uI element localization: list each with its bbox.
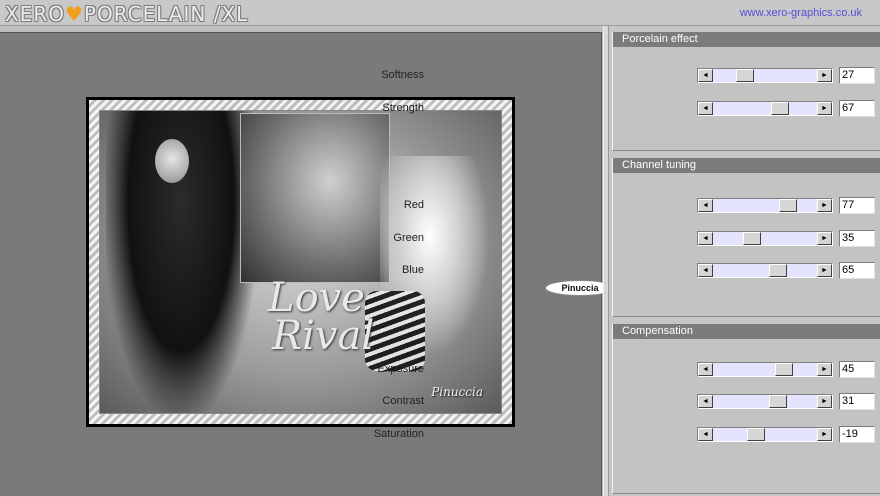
slider-right-arrow-icon[interactable]: ► — [817, 395, 832, 408]
softness-slider[interactable]: ◄ ► — [697, 68, 833, 83]
slider-left-arrow-icon[interactable]: ◄ — [698, 428, 713, 441]
slider-left-arrow-icon[interactable]: ◄ — [698, 395, 713, 408]
slider-right-arrow-icon[interactable]: ► — [817, 363, 832, 376]
group-compensation: Compensation Exposure ◄ ► 45 Contrast ◄ … — [374, 324, 880, 494]
image-text-rival: Rival — [272, 313, 375, 359]
group-porcelain-effect: Porcelain effect Softness ◄ ► 27 Strengt… — [381, 32, 880, 151]
group-title: Porcelain effect — [613, 32, 880, 47]
preview-image: Love Rival Pinuccia — [99, 110, 502, 414]
slider-left-arrow-icon[interactable]: ◄ — [698, 232, 713, 245]
group-title: Channel tuning — [613, 158, 880, 173]
slider-right-arrow-icon[interactable]: ► — [817, 232, 832, 245]
blue-slider[interactable]: ◄ ► — [697, 263, 833, 278]
slider-label: Green — [393, 232, 424, 244]
preview-image-mat: Love Rival Pinuccia — [89, 100, 512, 424]
strength-slider[interactable]: ◄ ► — [697, 101, 833, 116]
slider-thumb[interactable] — [770, 102, 789, 115]
slider-label: Exposure — [377, 363, 424, 375]
image-love-rival-text: Love Rival — [268, 275, 375, 359]
slider-label: Red — [403, 199, 424, 211]
slider-right-arrow-icon[interactable]: ► — [817, 428, 832, 441]
slider-left-arrow-icon[interactable]: ◄ — [698, 363, 713, 376]
slider-label: Strength — [382, 102, 424, 114]
blue-value-input[interactable]: 65 — [839, 262, 875, 279]
slider-right-arrow-icon[interactable]: ► — [817, 199, 832, 212]
slider-label: Blue — [401, 264, 424, 276]
slider-left-arrow-icon[interactable]: ◄ — [698, 264, 713, 277]
logo-text-porcelain: PORCELAIN /XL — [83, 2, 249, 26]
slider-left-arrow-icon[interactable]: ◄ — [698, 199, 713, 212]
title-bar: XERO♥PORCELAIN /XL www.xero-graphics.co.… — [0, 0, 880, 26]
image-signature: Pinuccia — [431, 385, 483, 399]
green-slider[interactable]: ◄ ► — [697, 231, 833, 246]
slider-thumb[interactable] — [774, 363, 793, 376]
slider-left-arrow-icon[interactable]: ◄ — [698, 102, 713, 115]
group-channel-tuning: Channel tuning Red ◄ ► 77 Green ◄ ► 35 B… — [393, 158, 880, 317]
slider-thumb[interactable] — [747, 428, 766, 441]
exposure-slider[interactable]: ◄ ► — [697, 362, 833, 377]
preview-image-frame: Love Rival Pinuccia — [86, 97, 515, 427]
red-slider[interactable]: ◄ ► — [697, 198, 833, 213]
slider-left-arrow-icon[interactable]: ◄ — [698, 69, 713, 82]
slider-right-arrow-icon[interactable]: ► — [817, 69, 832, 82]
slider-thumb[interactable] — [768, 264, 787, 277]
saturation-slider[interactable]: ◄ ► — [697, 427, 833, 442]
slider-thumb[interactable] — [743, 232, 762, 245]
slider-thumb[interactable] — [768, 395, 787, 408]
group-title: Compensation — [613, 324, 880, 339]
exposure-value-input[interactable]: 45 — [839, 361, 875, 378]
slider-right-arrow-icon[interactable]: ► — [817, 102, 832, 115]
slider-label: Softness — [381, 69, 424, 81]
strength-value-input[interactable]: 67 — [839, 100, 875, 117]
red-value-input[interactable]: 77 — [839, 197, 875, 214]
saturation-value-input[interactable]: -19 — [839, 426, 875, 443]
softness-value-input[interactable]: 27 — [839, 67, 875, 84]
contrast-value-input[interactable]: 31 — [839, 393, 875, 410]
app-logo: XERO♥PORCELAIN /XL — [5, 2, 248, 26]
website-link[interactable]: www.xero-graphics.co.uk — [740, 7, 862, 19]
slider-label: Saturation — [373, 428, 424, 440]
green-value-input[interactable]: 35 — [839, 230, 875, 247]
image-face-left — [155, 139, 189, 183]
slider-thumb[interactable] — [736, 69, 755, 82]
preview-pane[interactable]: Love Rival Pinuccia — [0, 32, 602, 496]
image-couple-panel — [240, 113, 390, 283]
image-text-love: Love — [268, 275, 365, 321]
slider-thumb[interactable] — [779, 199, 798, 212]
slider-right-arrow-icon[interactable]: ► — [817, 264, 832, 277]
contrast-slider[interactable]: ◄ ► — [697, 394, 833, 409]
slider-label: Contrast — [382, 395, 424, 407]
logo-heart-icon: ♥ — [64, 2, 84, 26]
panel-divider[interactable] — [603, 26, 609, 496]
logo-text-xero: XERO — [5, 2, 65, 26]
